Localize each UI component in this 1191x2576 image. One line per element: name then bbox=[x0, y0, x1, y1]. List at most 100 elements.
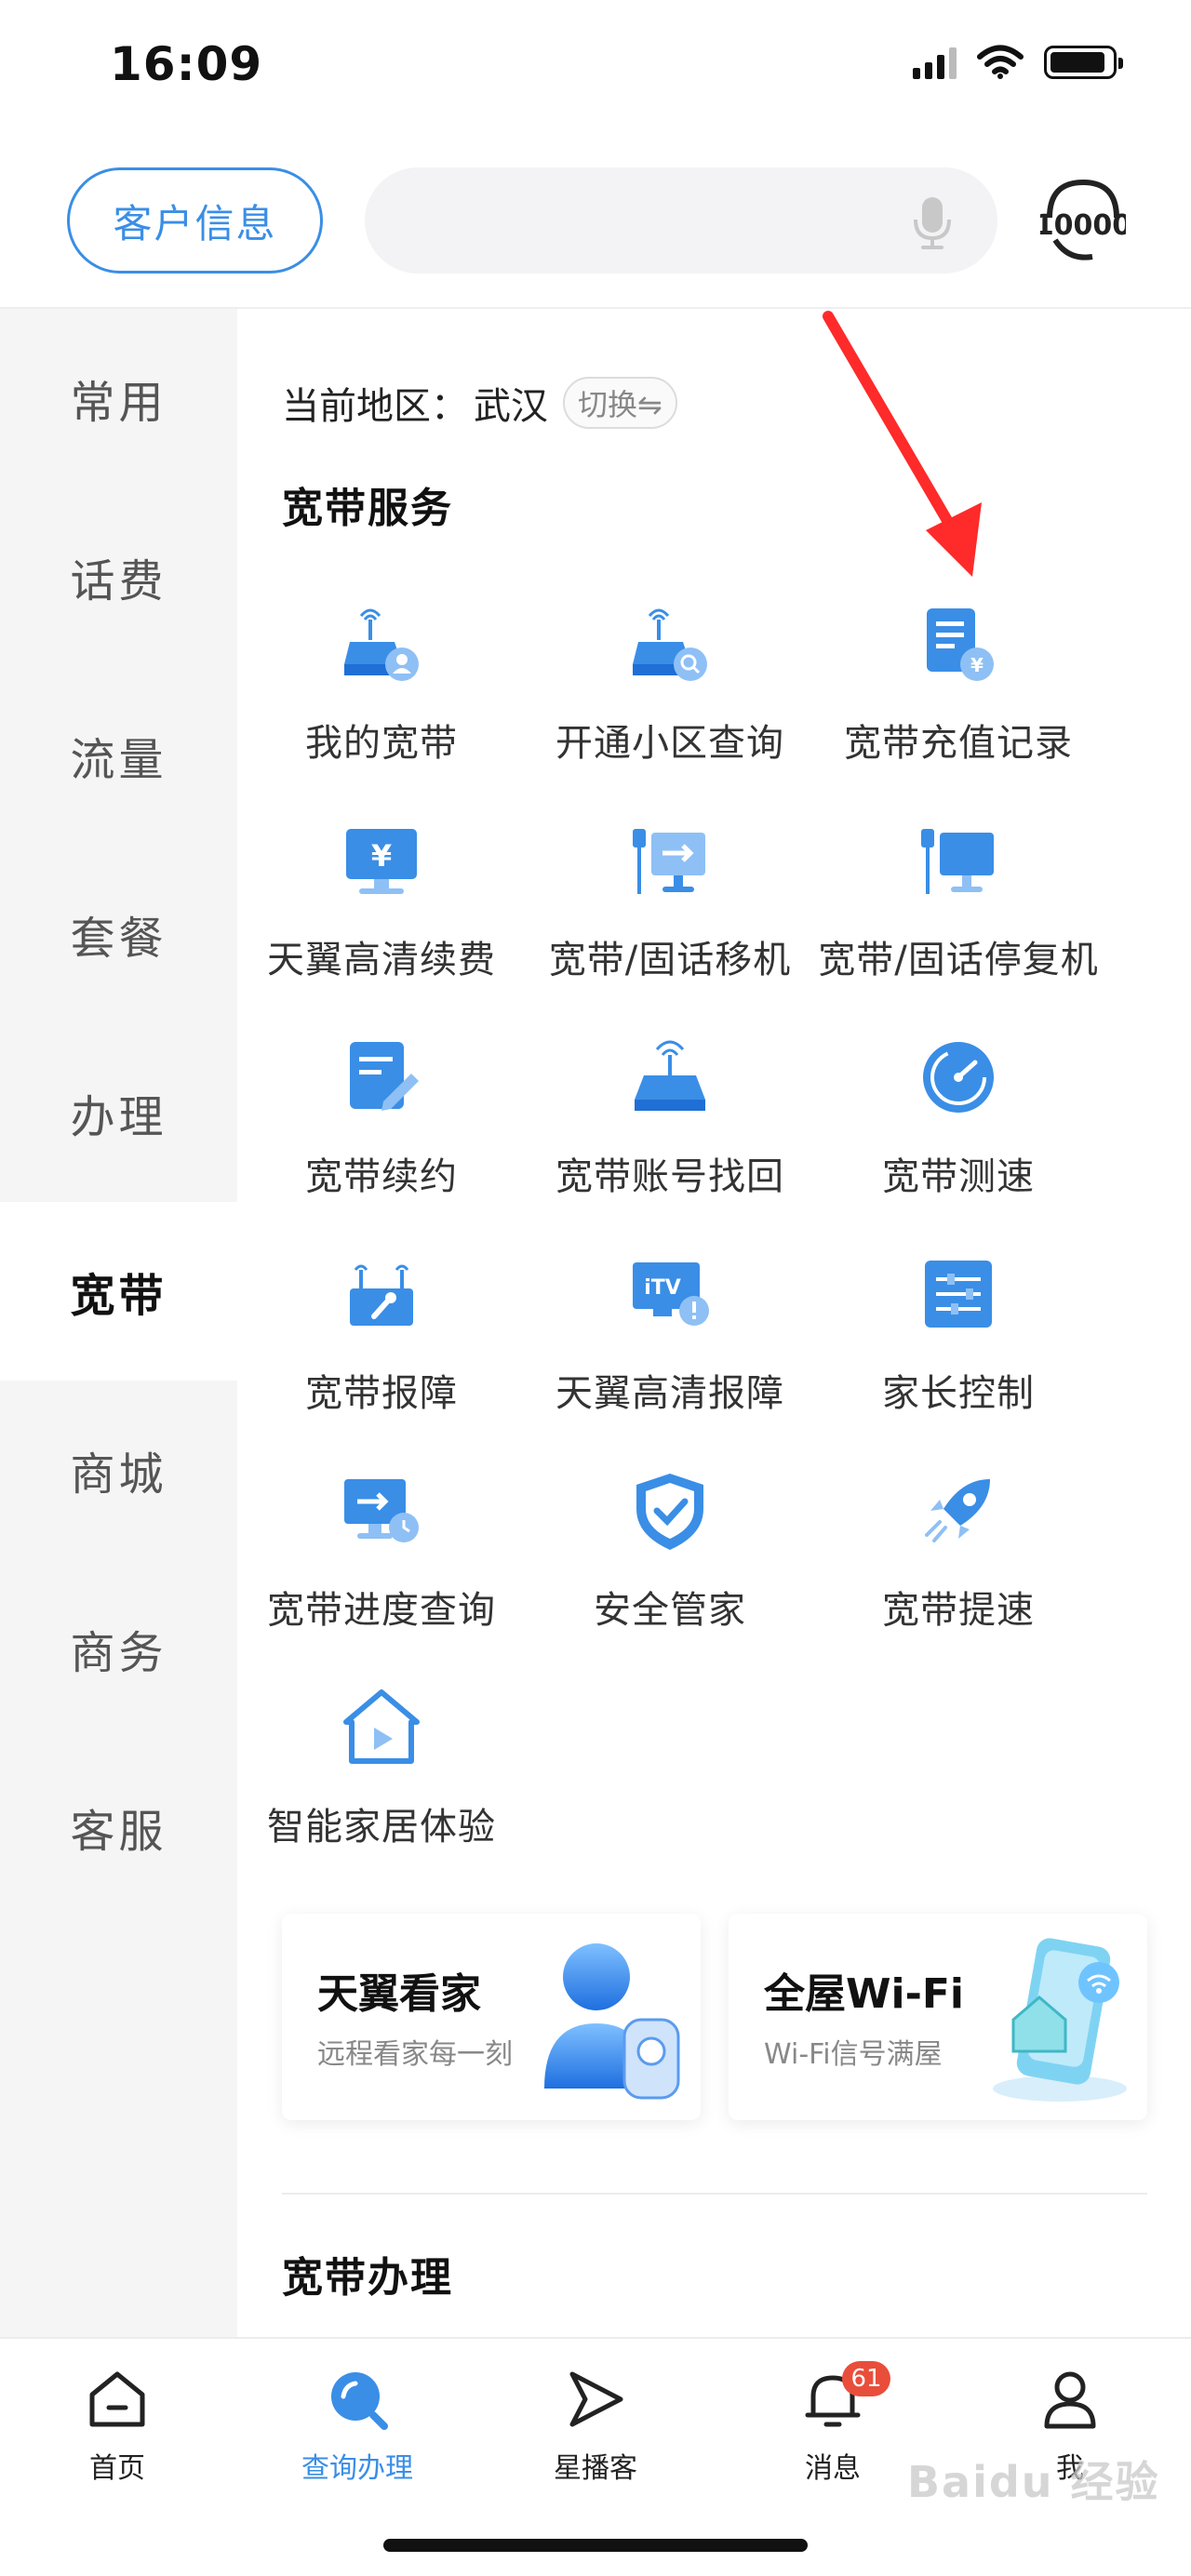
tab-label: 首页 bbox=[89, 2452, 145, 2485]
service-account-recovery[interactable]: 宽带账号找回 bbox=[526, 1033, 814, 1219]
rocket-icon bbox=[925, 1479, 990, 1542]
sidebar-item-mall[interactable]: 商城 bbox=[0, 1381, 237, 1559]
region-switch-button[interactable]: 切换⇋ bbox=[563, 377, 677, 429]
service-suspend-resume[interactable]: 宽带/固话停复机 bbox=[814, 816, 1103, 1002]
service-itv-fault[interactable]: iTV 天翼高清报障 bbox=[526, 1249, 814, 1435]
document-yuan-icon: ¥ bbox=[927, 608, 994, 681]
header: 客户信息 10000 bbox=[0, 140, 1191, 309]
play-arrow-icon bbox=[569, 2371, 623, 2427]
tab-label: 查询办理 bbox=[301, 2452, 413, 2485]
tab-query-handle[interactable]: 查询办理 bbox=[264, 2367, 450, 2488]
promo-title: 天翼看家 bbox=[317, 1970, 481, 2018]
wifi-icon bbox=[977, 45, 1024, 79]
service-smart-home[interactable]: 智能家居体验 bbox=[237, 1683, 526, 1869]
phone-transfer-icon bbox=[633, 829, 705, 894]
service-label: 宽带/固话停复机 bbox=[818, 939, 1099, 981]
service-label: 宽带提速 bbox=[882, 1589, 1035, 1632]
promo-subtitle: 远程看家每一刻 bbox=[317, 2038, 513, 2071]
service-fault-report[interactable]: 宽带报障 bbox=[237, 1249, 526, 1435]
search-icon bbox=[331, 2372, 388, 2430]
home-icon bbox=[89, 2371, 145, 2427]
service-label: 天翼高清续费 bbox=[267, 939, 496, 981]
service-speed-upgrade[interactable]: 宽带提速 bbox=[814, 1466, 1103, 1652]
service-label: 宽带/固话移机 bbox=[548, 939, 792, 981]
promo-subtitle: Wi-Fi信号满屋 bbox=[764, 2038, 943, 2071]
battery-icon bbox=[1044, 46, 1123, 79]
service-parental-control[interactable]: 家长控制 bbox=[814, 1249, 1103, 1435]
service-label: 家长控制 bbox=[882, 1372, 1035, 1415]
service-label: 安全管家 bbox=[594, 1589, 746, 1632]
svg-text:10000: 10000 bbox=[1040, 209, 1126, 242]
sidebar-item-broadband[interactable]: 宽带 bbox=[0, 1202, 237, 1381]
status-time: 16:09 bbox=[110, 37, 263, 91]
service-label: 宽带充值记录 bbox=[844, 722, 1073, 765]
service-security-manager[interactable]: 安全管家 bbox=[526, 1466, 814, 1652]
router-wrench-icon bbox=[350, 1264, 413, 1326]
broadband-handling-title: 宽带办理 bbox=[282, 2254, 453, 2302]
home-indicator bbox=[383, 2539, 808, 2552]
cellular-signal-icon bbox=[913, 46, 957, 79]
service-recharge-records[interactable]: ¥ 宽带充值记录 bbox=[814, 599, 1103, 785]
sidebar-item-business[interactable]: 商务 bbox=[0, 1559, 237, 1738]
service-relocation[interactable]: 宽带/固话移机 bbox=[526, 816, 814, 1002]
service-community-query[interactable]: 开通小区查询 bbox=[526, 599, 814, 785]
svg-text:¥: ¥ bbox=[970, 654, 984, 676]
promo-card-home-watch[interactable]: 天翼看家 远程看家每一刻 bbox=[282, 1914, 701, 2120]
watermark: Baidu 经验 bbox=[907, 2457, 1160, 2507]
sidebar-item-bill[interactable]: 话费 bbox=[0, 487, 237, 666]
monitor-yuan-icon: ¥ bbox=[346, 829, 417, 894]
router-icon bbox=[635, 1040, 705, 1111]
region-city: 武汉 bbox=[474, 385, 548, 428]
customer-info-button[interactable]: 客户信息 bbox=[67, 167, 323, 274]
router-search-icon bbox=[633, 608, 707, 681]
broadband-services-title: 宽带服务 bbox=[282, 485, 453, 532]
service-itv-renewal[interactable]: ¥ 天翼高清续费 bbox=[237, 816, 526, 1002]
promo-card-whole-home-wifi[interactable]: 全屋Wi-Fi Wi-Fi信号满屋 bbox=[729, 1914, 1147, 2120]
content-divider bbox=[282, 2193, 1147, 2195]
smart-home-play-icon bbox=[343, 1689, 420, 1764]
status-icons bbox=[913, 45, 1123, 80]
service-speed-test[interactable]: 宽带测速 bbox=[814, 1033, 1103, 1219]
battery-level bbox=[1050, 52, 1104, 73]
microphone-icon[interactable] bbox=[912, 195, 953, 251]
sidebar-item-common[interactable]: 常用 bbox=[0, 309, 237, 487]
tab-label: 消息 bbox=[805, 2452, 861, 2485]
sidebar-item-plan[interactable]: 套餐 bbox=[0, 845, 237, 1023]
wifi-house-icon bbox=[993, 1938, 1127, 2102]
unread-badge: 61 bbox=[842, 2361, 890, 2396]
tab-messages[interactable]: 61 消息 bbox=[740, 2361, 926, 2488]
service-label: 宽带续约 bbox=[305, 1155, 458, 1198]
content-panel: 当前地区： 武汉 切换⇋ 宽带服务 我的宽带 开通小区查询 ¥ 宽带充值记录 ¥… bbox=[237, 309, 1191, 2337]
service-contract-renewal[interactable]: 宽带续约 bbox=[237, 1033, 526, 1219]
search-bar[interactable] bbox=[365, 167, 997, 274]
service-label: 宽带进度查询 bbox=[267, 1589, 496, 1632]
user-icon bbox=[1044, 2371, 1096, 2429]
service-label: 天翼高清报障 bbox=[555, 1372, 784, 1415]
monitor-clock-icon bbox=[344, 1479, 419, 1542]
person-camera-icon bbox=[544, 1943, 680, 2100]
region-label: 当前地区： bbox=[282, 385, 468, 428]
sidebar-item-data[interactable]: 流量 bbox=[0, 666, 237, 845]
annotation-arrow bbox=[823, 311, 982, 577]
region-row: 当前地区： 武汉 切换⇋ bbox=[282, 376, 677, 430]
service-label: 宽带测速 bbox=[882, 1155, 1035, 1198]
tab-star-podcast[interactable]: 星播客 bbox=[502, 2367, 689, 2488]
itv-alert-icon: iTV bbox=[633, 1262, 709, 1326]
settings-panel-icon bbox=[925, 1261, 992, 1328]
router-user-icon bbox=[344, 608, 419, 681]
phone-monitor-icon bbox=[921, 829, 994, 894]
tab-home[interactable]: 首页 bbox=[24, 2367, 210, 2488]
service-label: 宽带账号找回 bbox=[555, 1155, 784, 1198]
service-progress-query[interactable]: 宽带进度查询 bbox=[237, 1466, 526, 1652]
search-input[interactable] bbox=[402, 188, 886, 253]
10000-customer-service-icon[interactable]: 10000 bbox=[1040, 175, 1126, 268]
service-label: 开通小区查询 bbox=[555, 722, 784, 765]
sidebar-item-handle[interactable]: 办理 bbox=[0, 1023, 237, 1202]
edit-document-icon bbox=[350, 1042, 419, 1111]
svg-text:¥: ¥ bbox=[371, 838, 392, 874]
service-my-broadband[interactable]: 我的宽带 bbox=[237, 599, 526, 785]
status-bar: 16:09 bbox=[0, 0, 1191, 140]
service-label: 宽带报障 bbox=[305, 1372, 458, 1415]
sidebar-item-service[interactable]: 客服 bbox=[0, 1738, 237, 1916]
service-label: 我的宽带 bbox=[305, 722, 458, 765]
